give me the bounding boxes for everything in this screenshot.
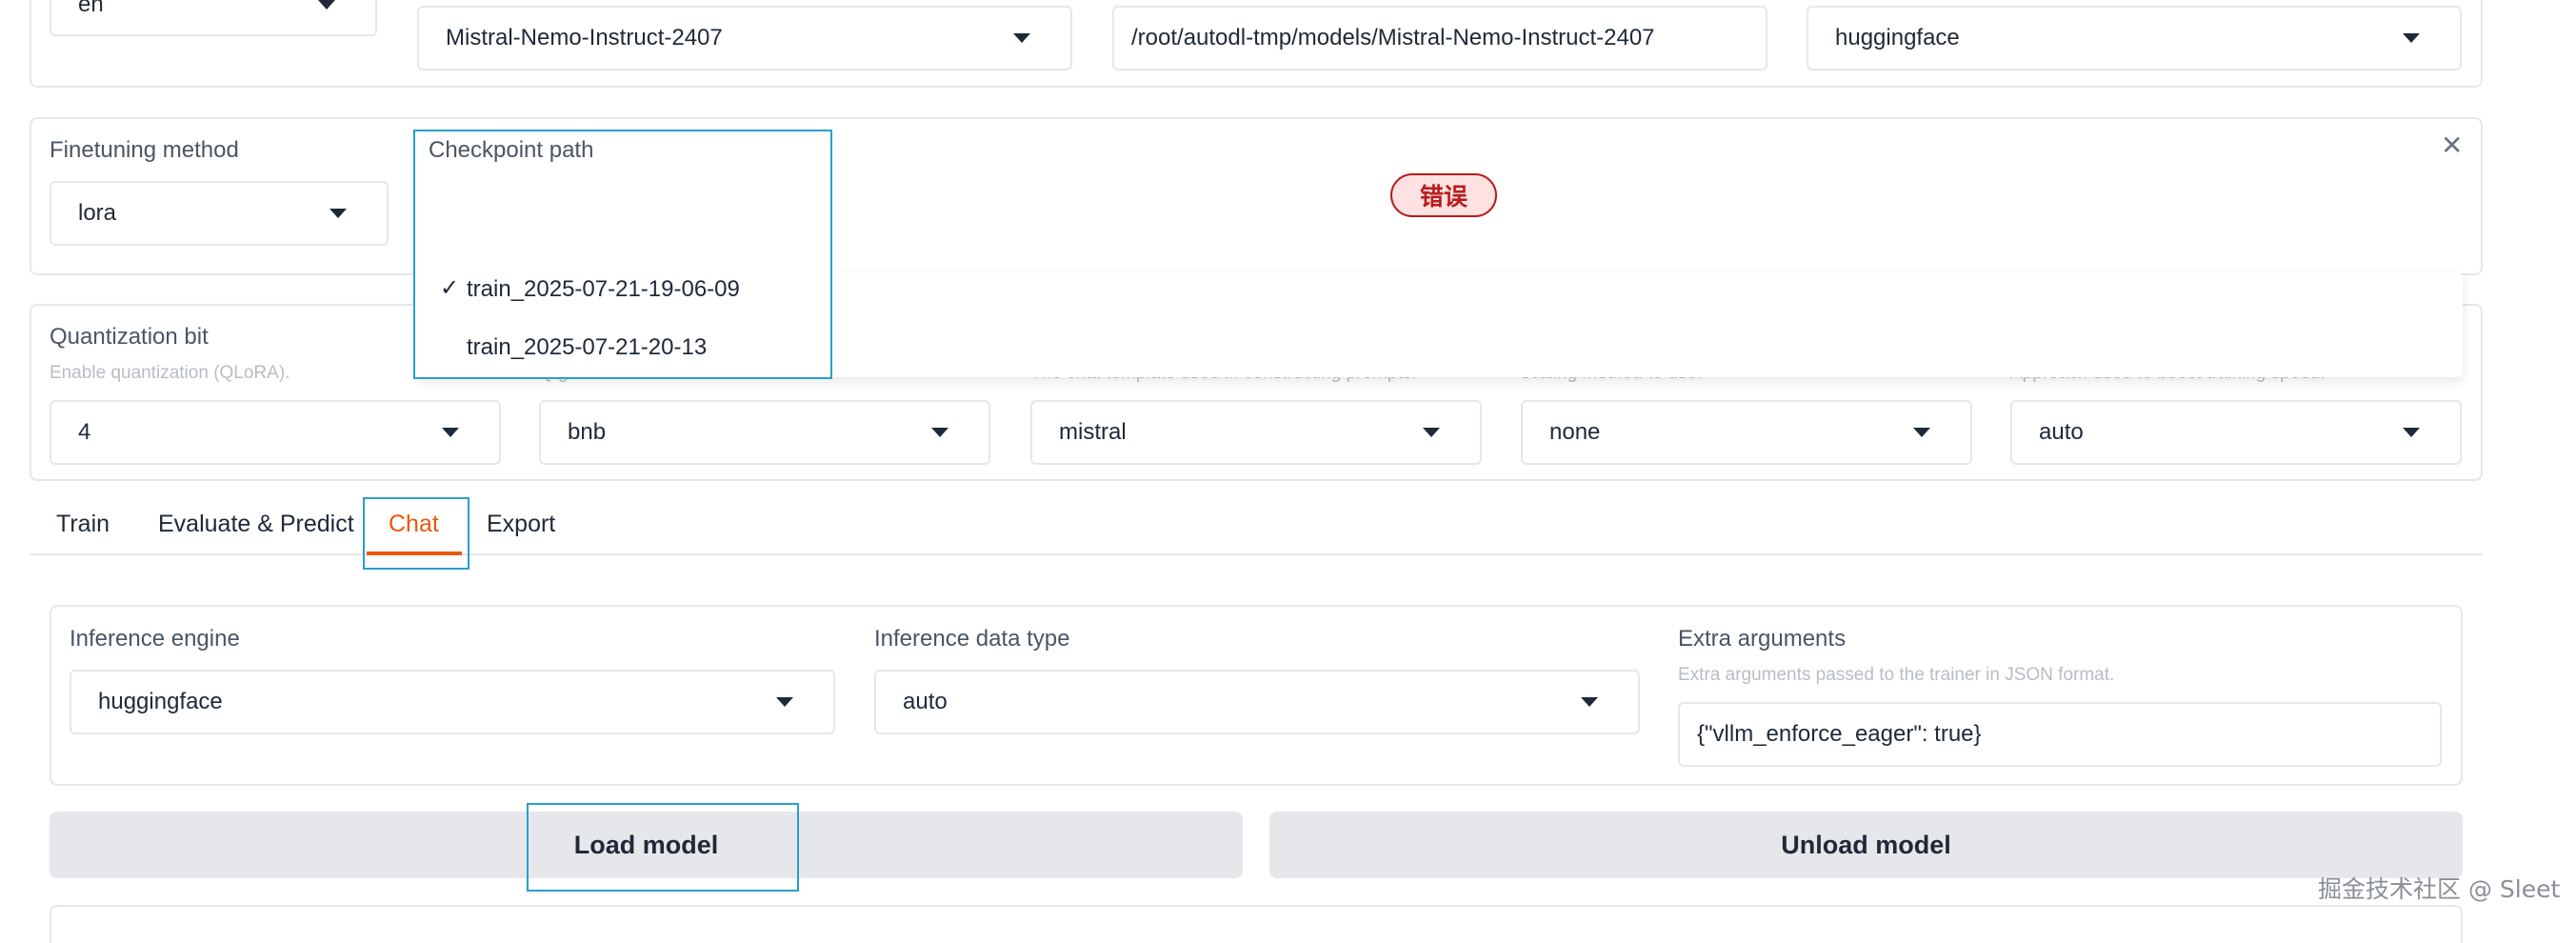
extra-arguments-label: Extra arguments	[1678, 626, 1847, 652]
inference-dtype-dropdown[interactable]: auto	[874, 670, 1640, 734]
close-icon[interactable]: ✕	[2441, 130, 2463, 161]
checkpoint-option-label: train_2025-07-21-19-06-09	[467, 276, 740, 302]
inference-engine-dropdown[interactable]: huggingface	[70, 670, 835, 734]
chevron-down-icon	[2403, 33, 2420, 43]
unload-model-button[interactable]: Unload model	[1269, 812, 2463, 878]
chevron-down-icon	[2403, 428, 2420, 437]
booster-dropdown[interactable]: auto	[2010, 400, 2462, 465]
inference-engine-value: huggingface	[98, 689, 223, 714]
quantization-bit-dropdown[interactable]: 4	[50, 400, 501, 465]
quantization-method-dropdown[interactable]: bnb	[539, 400, 990, 465]
chat-history-panel	[50, 905, 2463, 943]
active-tab-underline	[367, 552, 462, 555]
tab-chat[interactable]: Chat	[389, 511, 439, 538]
language-value: en	[78, 0, 104, 17]
extra-arguments-hint: Extra arguments passed to the trainer in…	[1678, 665, 2115, 685]
watermark: 掘金技术社区 @ Sleet	[2318, 875, 2561, 903]
chevron-down-icon	[776, 697, 793, 707]
finetuning-method-dropdown[interactable]: lora	[50, 181, 389, 246]
check-icon: ✓	[440, 274, 460, 301]
extra-arguments-input[interactable]: {"vllm_enforce_eager": true}	[1678, 702, 2442, 767]
error-badge: 错误	[1390, 173, 1497, 217]
model-name-value: Mistral-Nemo-Instruct-2407	[446, 25, 723, 50]
finetuning-panel	[30, 117, 2483, 275]
inference-dtype-value: auto	[903, 689, 948, 714]
checkpoint-path-label: Checkpoint path	[429, 137, 594, 163]
chevron-down-icon	[931, 428, 949, 437]
chevron-down-icon	[1423, 428, 1440, 437]
inference-dtype-label: Inference data type	[874, 626, 1070, 652]
quantization-bit-hint: Enable quantization (QLoRA).	[50, 363, 290, 383]
language-dropdown[interactable]: en	[50, 0, 377, 36]
quantization-method-value: bnb	[568, 419, 607, 445]
tab-train[interactable]: Train	[56, 511, 110, 538]
rope-scaling-dropdown[interactable]: none	[1521, 400, 1972, 465]
finetuning-method-value: lora	[78, 200, 117, 226]
tab-export[interactable]: Export	[487, 511, 555, 538]
template-dropdown[interactable]: mistral	[1030, 400, 1482, 465]
model-name-dropdown[interactable]: Mistral-Nemo-Instruct-2407	[417, 6, 1072, 70]
booster-value: auto	[2039, 419, 2084, 445]
tab-evaluate-predict[interactable]: Evaluate & Predict	[158, 511, 354, 538]
inference-engine-label: Inference engine	[70, 626, 240, 652]
quantization-bit-value: 4	[78, 419, 91, 445]
checkpoint-option[interactable]: ✓ train_2025-07-21-19-06-09	[417, 269, 2036, 311]
checkpoint-option-label: train_2025-07-21-20-13	[467, 334, 708, 360]
chevron-down-icon	[1013, 33, 1030, 43]
hub-value: huggingface	[1835, 25, 1960, 50]
chevron-down-icon	[442, 428, 459, 437]
extra-arguments-value: {"vllm_enforce_eager": true}	[1697, 721, 1982, 747]
quantization-bit-label: Quantization bit	[50, 324, 209, 350]
chevron-down-icon	[1581, 697, 1598, 707]
template-value: mistral	[1059, 419, 1127, 445]
hub-dropdown[interactable]: huggingface	[1807, 6, 2462, 70]
chevron-down-icon	[329, 209, 347, 218]
chevron-down-icon	[1913, 428, 1930, 437]
finetuning-method-label: Finetuning method	[50, 137, 239, 163]
model-path-value: /root/autodl-tmp/models/Mistral-Nemo-Ins…	[1131, 25, 1655, 50]
model-path-input[interactable]: /root/autodl-tmp/models/Mistral-Nemo-Ins…	[1112, 6, 1767, 70]
load-model-button[interactable]: Load model	[50, 812, 1243, 878]
chevron-down-icon	[318, 0, 335, 10]
error-badge-text: 错误	[1419, 183, 1468, 211]
rope-scaling-value: none	[1549, 419, 1601, 445]
checkpoint-option[interactable]: train_2025-07-21-20-13	[417, 327, 2036, 369]
